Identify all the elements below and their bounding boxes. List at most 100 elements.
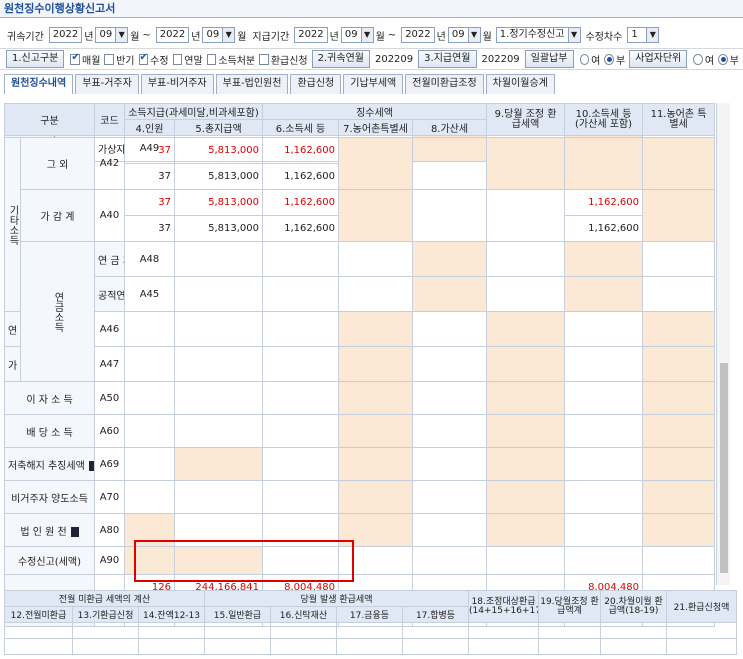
grid-cell [564, 346, 643, 382]
dispose-label: 소득처분 [218, 55, 256, 67]
grid-cell[interactable] [486, 241, 565, 277]
a42-persons-orig[interactable]: 37 [124, 137, 175, 164]
summary-cell [538, 622, 602, 639]
a40-persons: 37 [124, 215, 175, 242]
grid-cell [564, 414, 643, 448]
carry-over-header: 20.차월이월 환급액(18-19) [600, 590, 668, 623]
grid-cell[interactable] [124, 381, 175, 415]
belong-year-from[interactable]: 2022 [48, 27, 83, 43]
grid-cell[interactable] [262, 414, 339, 448]
scrollbar-thumb[interactable] [720, 363, 728, 573]
business-unit-button[interactable]: 사업자단위 [629, 50, 688, 68]
grid-cell[interactable] [262, 381, 339, 415]
a42-tax-orig[interactable]: 1,162,600 [262, 137, 339, 164]
bulk-pay-button[interactable]: 일괄납부 [524, 50, 574, 68]
refund-checkbox[interactable] [259, 53, 269, 65]
a42-amount[interactable]: 5,813,000 [174, 163, 263, 190]
grid-cell[interactable] [262, 241, 339, 277]
grid-cell[interactable] [262, 480, 339, 514]
tab-refund[interactable]: 환급신청 [290, 74, 342, 94]
tab-corporate[interactable]: 부표-법인원천 [215, 74, 289, 94]
grid-cell[interactable] [174, 381, 263, 415]
summary-cell[interactable] [401, 638, 470, 655]
grid-cell[interactable] [412, 137, 487, 190]
tab-nonresident[interactable]: 부표-비거주자 [140, 74, 214, 94]
belong-year-to[interactable]: 2022 [155, 27, 190, 43]
grid-cell[interactable] [412, 311, 487, 347]
yes-label: 여 [704, 55, 715, 67]
bulk-no-radio[interactable] [604, 53, 615, 65]
annual-checkbox[interactable] [172, 53, 183, 65]
summary-cell[interactable] [4, 622, 73, 639]
grid-cell[interactable] [262, 447, 339, 481]
grid-cell[interactable] [124, 480, 175, 514]
grid-cell[interactable] [412, 414, 487, 448]
pay-year-from[interactable]: 2022 [294, 27, 328, 43]
a42-persons[interactable]: 37 [124, 163, 175, 190]
dispose-checkbox[interactable] [206, 53, 217, 65]
pay-year-to[interactable]: 2022 [401, 27, 435, 43]
grid-cell[interactable] [174, 311, 263, 347]
report-kind-button[interactable]: 1.신고구분 [6, 50, 65, 68]
grid-cell[interactable] [174, 414, 263, 448]
summary-cell[interactable] [270, 638, 337, 655]
grid-cell[interactable] [174, 480, 263, 514]
tab-resident[interactable]: 부표-거주자 [75, 74, 139, 94]
summary-cell [538, 638, 602, 655]
grid-cell[interactable] [338, 241, 413, 277]
tab-withholding[interactable]: 원천징수내역 [4, 74, 74, 94]
summary-cell[interactable] [401, 622, 470, 639]
grid-cell[interactable] [412, 546, 487, 575]
pay-month-from[interactable]: 09 ▼ [340, 27, 374, 43]
summary-cell[interactable] [72, 622, 139, 639]
a42-tax[interactable]: 1,162,600 [262, 163, 339, 190]
report-type-select[interactable]: 1.정기수정신고 ▼ [495, 27, 581, 43]
header-payment: 소득지급(과세미달,비과세포함) [124, 103, 263, 120]
grid-cell[interactable] [338, 276, 413, 312]
grid-cell[interactable] [412, 447, 487, 481]
summary-cell[interactable] [72, 638, 139, 655]
belong-month-button[interactable]: 2.귀속연월 [311, 50, 370, 68]
tab-carryover[interactable]: 차월이월승계 [485, 74, 555, 94]
tab-prepaid[interactable]: 기납부세액 [343, 74, 404, 94]
grid-cell[interactable] [174, 241, 263, 277]
grid-cell[interactable] [262, 311, 339, 347]
summary-cell[interactable] [336, 622, 403, 639]
grid-cell[interactable] [124, 414, 175, 448]
summary-cell[interactable] [204, 638, 271, 655]
summary-cell[interactable] [336, 638, 403, 655]
chevron-down-icon: ▼ [115, 28, 128, 42]
grid-cell [124, 346, 175, 382]
summary-cell[interactable] [666, 638, 738, 655]
half-checkbox[interactable] [104, 53, 115, 65]
vertical-scrollbar[interactable] [716, 103, 730, 585]
summary-cell[interactable] [204, 622, 271, 639]
a42-amount-orig[interactable]: 5,813,000 [174, 137, 263, 164]
summary-cell[interactable] [666, 622, 738, 639]
belong-month-from[interactable]: 09 ▼ [95, 27, 129, 43]
play-icon[interactable] [88, 460, 94, 471]
grid-cell[interactable] [412, 513, 487, 547]
grid-cell[interactable] [412, 381, 487, 415]
summary-cell[interactable] [4, 638, 73, 655]
grid-cell[interactable] [124, 311, 175, 347]
monthly-checkbox[interactable] [70, 52, 81, 65]
grid-cell[interactable] [124, 447, 175, 481]
header-penalty: 8.가산세 [411, 119, 488, 136]
belong-month-to[interactable]: 09 ▼ [202, 27, 236, 43]
modify-checkbox[interactable] [138, 52, 149, 65]
summary-cell[interactable] [270, 622, 337, 639]
tab-prev-refund[interactable]: 전월미환급조정 [405, 74, 484, 94]
revision-select[interactable]: 1 ▼ [627, 27, 660, 43]
pay-month-to[interactable]: 09 ▼ [447, 27, 481, 43]
grid-cell[interactable] [486, 276, 565, 312]
grid-cell[interactable] [486, 546, 565, 575]
play-icon[interactable] [70, 526, 79, 537]
bulk-yes-radio[interactable] [579, 53, 590, 65]
unit-no-radio[interactable] [718, 53, 728, 65]
grid-cell[interactable] [174, 276, 263, 312]
grid-cell[interactable] [412, 480, 487, 514]
grid-cell[interactable] [262, 276, 339, 312]
unit-yes-radio[interactable] [693, 53, 703, 65]
pay-month-button[interactable]: 3.지급연월 [418, 50, 477, 68]
